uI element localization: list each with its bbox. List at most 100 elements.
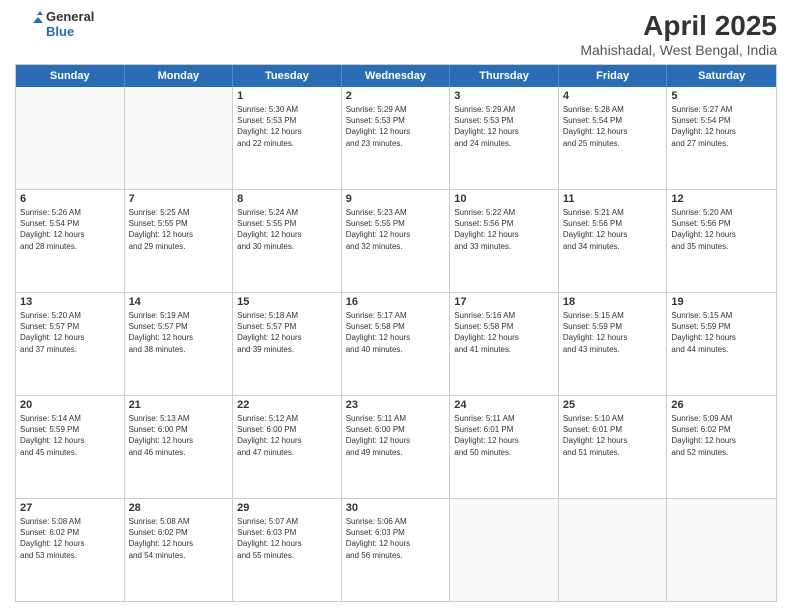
day-info: Sunrise: 5:16 AM Sunset: 5:58 PM Dayligh… [454,310,554,355]
day-info: Sunrise: 5:26 AM Sunset: 5:54 PM Dayligh… [20,207,120,252]
calendar-cell: 21 Sunrise: 5:13 AM Sunset: 6:00 PM Dayli… [125,396,234,498]
day-info: Sunrise: 5:30 AM Sunset: 5:53 PM Dayligh… [237,104,337,149]
calendar-cell: 7 Sunrise: 5:25 AM Sunset: 5:55 PM Daylig… [125,190,234,292]
day-number: 6 [20,193,120,205]
day-number: 17 [454,296,554,308]
calendar-cell: 18 Sunrise: 5:15 AM Sunset: 5:59 PM Dayli… [559,293,668,395]
calendar-cell: 22Sunrise: 5:12 AM Sunset: 6:00 PM Dayli… [233,396,342,498]
day-info: Sunrise: 5:17 AM Sunset: 5:58 PM Dayligh… [346,310,446,355]
day-number: 2 [346,90,446,102]
calendar-header: SundayMondayTuesdayWednesdayThursdayFrid… [16,65,776,87]
header-day: Wednesday [342,65,451,87]
day-number: 19 [671,296,772,308]
day-info: Sunrise: 5:11 AM Sunset: 6:00 PM Dayligh… [346,413,446,458]
calendar-cell: 30 Sunrise: 5:06 AM Sunset: 6:03 PM Dayli… [342,499,451,601]
day-number: 29 [237,502,337,514]
calendar-cell [667,499,776,601]
header-day: Friday [559,65,668,87]
day-info: Sunrise: 5:06 AM Sunset: 6:03 PM Dayligh… [346,516,446,561]
day-info: Sunrise: 5:29 AM Sunset: 5:53 PM Dayligh… [346,104,446,149]
calendar-cell: 14Sunrise: 5:19 AM Sunset: 5:57 PM Dayli… [125,293,234,395]
calendar-cell: 29 Sunrise: 5:07 AM Sunset: 6:03 PM Dayli… [233,499,342,601]
calendar-week: 27 Sunrise: 5:08 AM Sunset: 6:02 PM Dayli… [16,499,776,601]
day-info: Sunrise: 5:08 AM Sunset: 6:02 PM Dayligh… [129,516,229,561]
day-number: 22 [237,399,337,411]
calendar-cell: 25 Sunrise: 5:10 AM Sunset: 6:01 PM Dayli… [559,396,668,498]
calendar-cell: 8 Sunrise: 5:24 AM Sunset: 5:55 PM Daylig… [233,190,342,292]
calendar-cell [16,87,125,189]
day-number: 7 [129,193,229,205]
calendar-week: 6 Sunrise: 5:26 AM Sunset: 5:54 PM Daylig… [16,190,776,293]
calendar-cell: 4 Sunrise: 5:28 AM Sunset: 5:54 PM Daylig… [559,87,668,189]
day-info: Sunrise: 5:20 AM Sunset: 5:57 PM Dayligh… [20,310,120,355]
day-number: 26 [671,399,772,411]
day-number: 14 [129,296,229,308]
day-info: Sunrise: 5:13 AM Sunset: 6:00 PM Dayligh… [129,413,229,458]
calendar-cell: 15 Sunrise: 5:18 AM Sunset: 5:57 PM Dayli… [233,293,342,395]
calendar-cell: 9 Sunrise: 5:23 AM Sunset: 5:55 PM Daylig… [342,190,451,292]
calendar: SundayMondayTuesdayWednesdayThursdayFrid… [15,64,777,602]
day-info: Sunrise: 5:22 AM Sunset: 5:56 PM Dayligh… [454,207,554,252]
day-number: 11 [563,193,663,205]
calendar-cell: 3 Sunrise: 5:29 AM Sunset: 5:53 PM Daylig… [450,87,559,189]
calendar-body: 1 Sunrise: 5:30 AM Sunset: 5:53 PM Daylig… [16,87,776,601]
day-number: 25 [563,399,663,411]
calendar-week: 13 Sunrise: 5:20 AM Sunset: 5:57 PM Dayli… [16,293,776,396]
day-info: Sunrise: 5:28 AM Sunset: 5:54 PM Dayligh… [563,104,663,149]
day-number: 12 [671,193,772,205]
day-info: Sunrise: 5:14 AM Sunset: 5:59 PM Dayligh… [20,413,120,458]
main-title: April 2025 [580,10,777,42]
day-info: Sunrise: 5:24 AM Sunset: 5:55 PM Dayligh… [237,207,337,252]
header-day: Sunday [16,65,125,87]
day-number: 4 [563,90,663,102]
day-info: Sunrise: 5:10 AM Sunset: 6:01 PM Dayligh… [563,413,663,458]
calendar-cell: 17 Sunrise: 5:16 AM Sunset: 5:58 PM Dayli… [450,293,559,395]
header-day: Saturday [667,65,776,87]
calendar-cell: 2 Sunrise: 5:29 AM Sunset: 5:53 PM Daylig… [342,87,451,189]
day-number: 30 [346,502,446,514]
calendar-cell: 16 Sunrise: 5:17 AM Sunset: 5:58 PM Dayli… [342,293,451,395]
logo-svg [15,11,43,39]
day-info: Sunrise: 5:09 AM Sunset: 6:02 PM Dayligh… [671,413,772,458]
day-number: 13 [20,296,120,308]
day-info: Sunrise: 5:15 AM Sunset: 5:59 PM Dayligh… [671,310,772,355]
calendar-week: 1 Sunrise: 5:30 AM Sunset: 5:53 PM Daylig… [16,87,776,190]
calendar-cell: 24Sunrise: 5:11 AM Sunset: 6:01 PM Dayli… [450,396,559,498]
day-number: 21 [129,399,229,411]
day-info: Sunrise: 5:25 AM Sunset: 5:55 PM Dayligh… [129,207,229,252]
day-info: Sunrise: 5:20 AM Sunset: 5:56 PM Dayligh… [671,207,772,252]
title-section: April 2025 Mahishadal, West Bengal, Indi… [580,10,777,58]
calendar-cell: 26 Sunrise: 5:09 AM Sunset: 6:02 PM Dayli… [667,396,776,498]
day-number: 15 [237,296,337,308]
day-info: Sunrise: 5:21 AM Sunset: 5:56 PM Dayligh… [563,207,663,252]
day-info: Sunrise: 5:18 AM Sunset: 5:57 PM Dayligh… [237,310,337,355]
header-day: Tuesday [233,65,342,87]
day-number: 16 [346,296,446,308]
day-number: 18 [563,296,663,308]
day-number: 3 [454,90,554,102]
day-info: Sunrise: 5:23 AM Sunset: 5:55 PM Dayligh… [346,207,446,252]
day-info: Sunrise: 5:29 AM Sunset: 5:53 PM Dayligh… [454,104,554,149]
calendar-cell: 13 Sunrise: 5:20 AM Sunset: 5:57 PM Dayli… [16,293,125,395]
calendar-cell [559,499,668,601]
header-day: Monday [125,65,234,87]
day-number: 27 [20,502,120,514]
day-info: Sunrise: 5:27 AM Sunset: 5:54 PM Dayligh… [671,104,772,149]
day-info: Sunrise: 5:15 AM Sunset: 5:59 PM Dayligh… [563,310,663,355]
calendar-cell: 20Sunrise: 5:14 AM Sunset: 5:59 PM Dayli… [16,396,125,498]
day-number: 28 [129,502,229,514]
calendar-cell: 27 Sunrise: 5:08 AM Sunset: 6:02 PM Dayli… [16,499,125,601]
day-number: 8 [237,193,337,205]
day-number: 5 [671,90,772,102]
day-number: 1 [237,90,337,102]
header: General Blue April 2025 Mahishadal, West… [15,10,777,58]
header-day: Thursday [450,65,559,87]
day-info: Sunrise: 5:07 AM Sunset: 6:03 PM Dayligh… [237,516,337,561]
calendar-cell [125,87,234,189]
day-number: 24 [454,399,554,411]
day-number: 9 [346,193,446,205]
day-info: Sunrise: 5:08 AM Sunset: 6:02 PM Dayligh… [20,516,120,561]
subtitle: Mahishadal, West Bengal, India [580,42,777,58]
day-number: 10 [454,193,554,205]
calendar-cell: 6 Sunrise: 5:26 AM Sunset: 5:54 PM Daylig… [16,190,125,292]
